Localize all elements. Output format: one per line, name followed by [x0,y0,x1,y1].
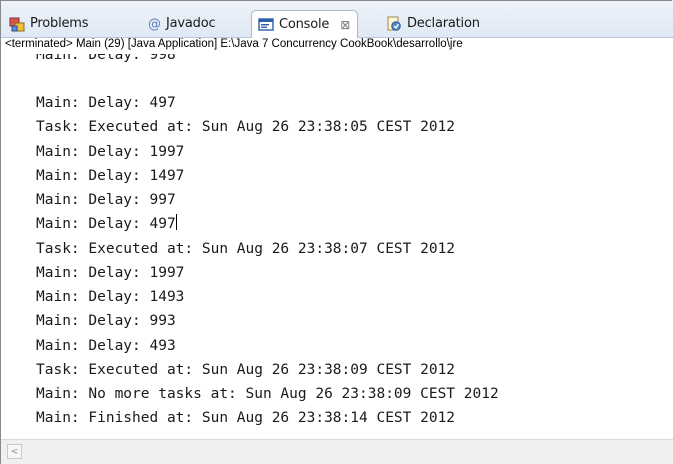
console-view: Problems @ Javadoc Console ⊠ Declaration… [0,0,673,464]
tab-problems-label: Problems [30,16,89,31]
text-caret [175,214,177,230]
console-line: Main: Finished at: Sun Aug 26 23:38:14 C… [36,410,456,426]
console-line: Task: Executed at: Sun Aug 26 23:38:09 C… [36,362,456,378]
process-status: <terminated> Main (29) [Java Application… [1,38,673,54]
declaration-icon [386,16,402,32]
tab-javadoc-label: Javadoc [166,16,216,31]
svg-text:@: @ [148,17,161,32]
problems-icon [9,16,25,32]
console-line: Task: Executed at: Sun Aug 26 23:38:05 C… [36,119,456,135]
console-line: Main: Delay: 493 [36,338,176,354]
javadoc-icon: @ [147,16,161,32]
tab-console[interactable]: Console ⊠ [251,10,359,38]
console-line: Main: Delay: 997 [36,192,176,208]
console-line: Main: Delay: 497 [36,95,176,111]
tab-declaration[interactable]: Declaration [386,10,480,37]
console-line: Task: Executed at: Sun Aug 26 23:38:07 C… [36,241,456,257]
console-line: Main: Delay: 1497 [36,168,185,184]
console-line: Main: No more tasks at: Sun Aug 26 23:38… [36,386,499,402]
chevron-left-icon: < [10,446,19,457]
console-line-text: Main: Delay: 497 [36,216,176,232]
tab-problems[interactable]: Problems [9,10,89,37]
console-line: Main: Delay: 993 [36,313,176,329]
view-tab-bar: Problems @ Javadoc Console ⊠ Declaration [1,1,673,38]
console-line: Main: Delay: 1493 [36,289,185,305]
console-line: Main: Delay: 1997 [36,144,185,160]
console-icon [258,17,274,33]
horizontal-scrollbar[interactable]: < [1,439,673,464]
tab-javadoc[interactable]: @ Javadoc [147,10,216,37]
console-output[interactable]: Main: Delay: 998 Main: Delay: 497 Task: … [1,46,673,438]
console-line: Main: Delay: 1997 [36,265,185,281]
close-tab-icon[interactable]: ⊠ [339,18,351,32]
scroll-left-button[interactable]: < [7,444,22,459]
tab-console-label: Console [279,17,330,32]
console-line-with-caret: Main: Delay: 497 [36,212,177,236]
tab-declaration-label: Declaration [407,16,480,31]
